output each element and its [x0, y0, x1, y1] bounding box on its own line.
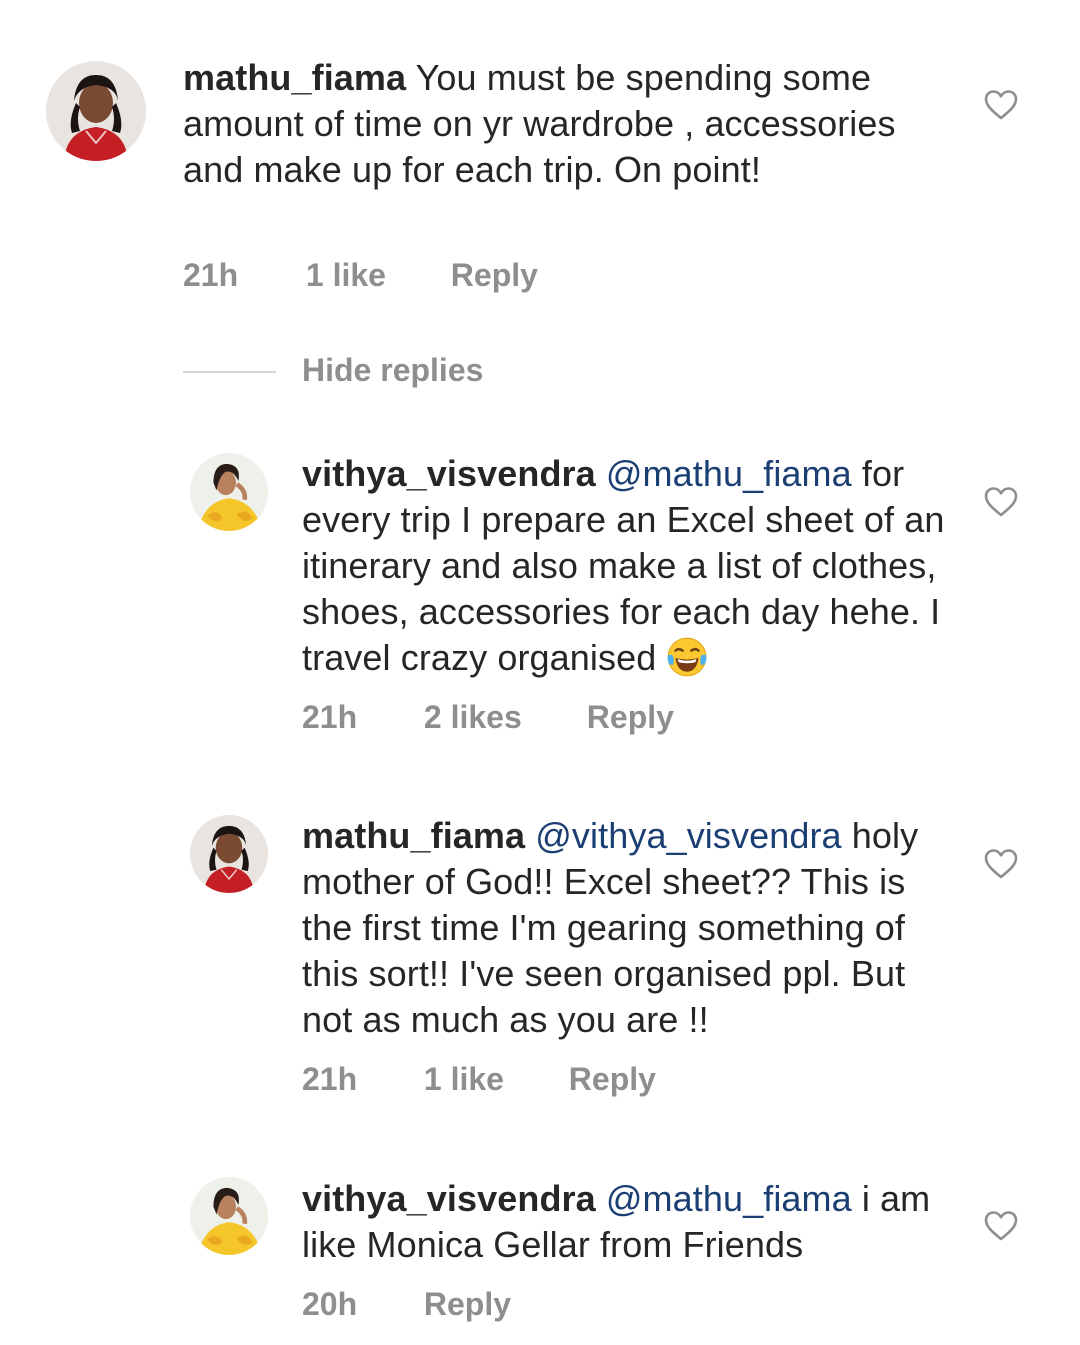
- avatar-mathu-fiama[interactable]: [190, 815, 268, 893]
- comment-meta: 21h 1 like Reply: [302, 1061, 656, 1098]
- comment-body: mathu_fiama You must be spending some am…: [183, 55, 943, 193]
- comment-likes[interactable]: 1 like: [424, 1061, 560, 1098]
- heart-icon: [984, 1211, 1018, 1241]
- comment-mention[interactable]: @mathu_fiama: [606, 1178, 852, 1219]
- laughing-emoji-icon: [666, 636, 708, 678]
- heart-icon: [984, 849, 1018, 879]
- comment-username[interactable]: vithya_visvendra: [302, 453, 596, 494]
- comment-body: vithya_visvendra @mathu_fiama i am like …: [302, 1176, 962, 1268]
- comment-time: 21h: [183, 257, 239, 293]
- comment-meta: 21h 1 like Reply: [183, 257, 538, 294]
- comment-mention[interactable]: @vithya_visvendra: [535, 815, 841, 856]
- comment-username[interactable]: vithya_visvendra: [302, 1178, 596, 1219]
- face-with-tears-of-joy-icon: [668, 637, 707, 677]
- comment-username[interactable]: mathu_fiama: [183, 57, 406, 98]
- avatar-icon: [190, 815, 268, 893]
- comment-body: vithya_visvendra @mathu_fiama for every …: [302, 451, 962, 681]
- comment-time: 21h: [302, 1061, 358, 1097]
- comment-likes[interactable]: 1 like: [306, 257, 442, 294]
- reply-button[interactable]: Reply: [451, 257, 538, 294]
- reply-button[interactable]: Reply: [424, 1286, 511, 1323]
- heart-icon: [984, 487, 1018, 517]
- comment-time: 20h: [302, 1286, 358, 1322]
- avatar-vithya-visvendra[interactable]: [190, 453, 268, 531]
- comment-time: 21h: [302, 699, 358, 735]
- comment-meta: 21h 2 likes Reply: [302, 699, 674, 736]
- avatar-icon: [190, 453, 268, 531]
- like-heart-icon[interactable]: [984, 1210, 1018, 1242]
- avatar-icon: [190, 1177, 268, 1255]
- comment-likes[interactable]: 2 likes: [424, 699, 578, 736]
- avatar-icon: [46, 61, 146, 161]
- comment-username[interactable]: mathu_fiama: [302, 815, 525, 856]
- hide-replies-divider: [183, 371, 276, 373]
- comment-body: mathu_fiama @vithya_visvendra holy mothe…: [302, 813, 962, 1043]
- like-heart-icon[interactable]: [984, 848, 1018, 880]
- reply-button[interactable]: Reply: [587, 699, 674, 736]
- comment-meta: 20h Reply: [302, 1286, 511, 1323]
- avatar-vithya-visvendra[interactable]: [190, 1177, 268, 1255]
- avatar-mathu-fiama[interactable]: [46, 61, 146, 161]
- hide-replies-label[interactable]: Hide replies: [302, 352, 483, 389]
- heart-icon: [984, 90, 1018, 120]
- comment-mention[interactable]: @mathu_fiama: [606, 453, 852, 494]
- like-heart-icon[interactable]: [984, 89, 1018, 121]
- reply-button[interactable]: Reply: [569, 1061, 656, 1098]
- like-heart-icon[interactable]: [984, 486, 1018, 518]
